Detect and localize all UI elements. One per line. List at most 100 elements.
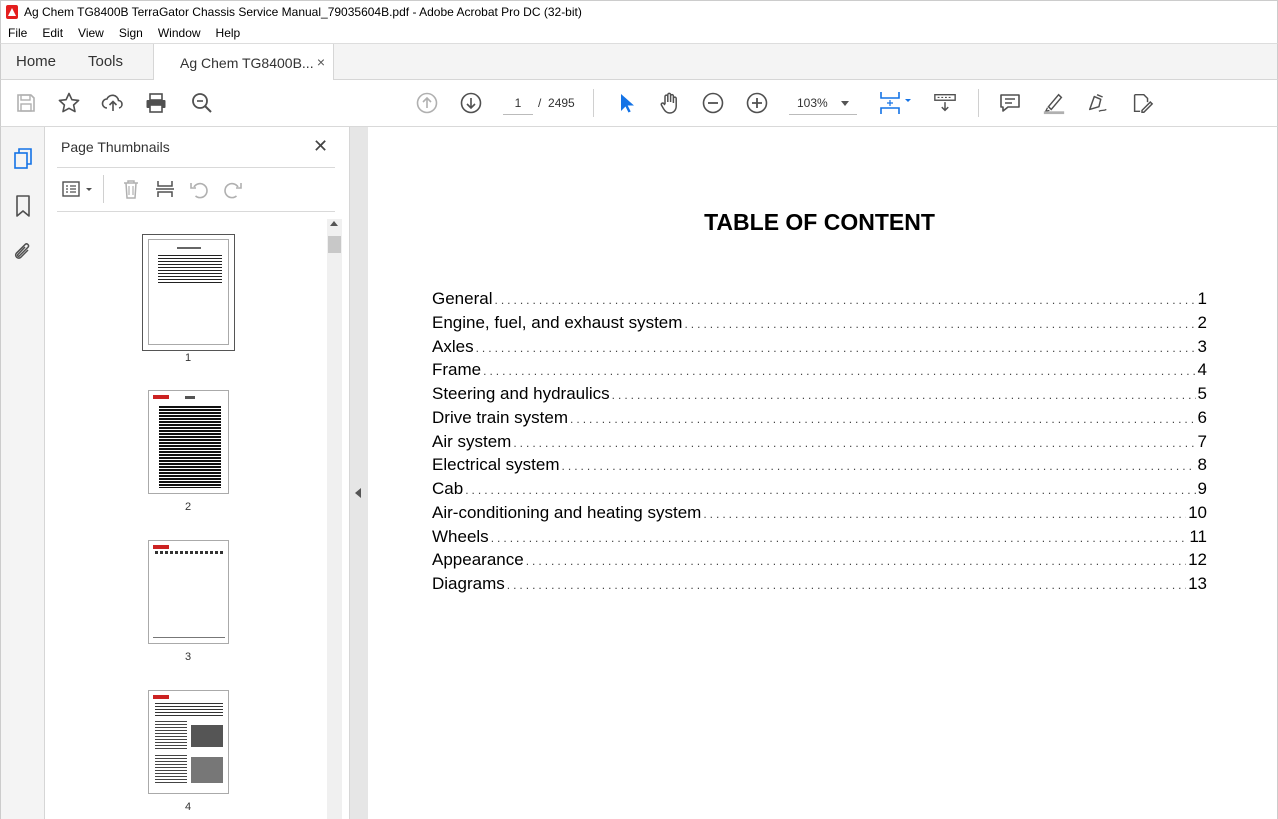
toc-leader-dots: ........................................…	[506, 578, 1186, 592]
toc-entry[interactable]: Air system..............................…	[432, 432, 1207, 454]
close-tab-icon[interactable]: ×	[317, 54, 325, 70]
comment-icon[interactable]	[998, 91, 1022, 115]
thumbnail-panel: Page Thumbnails ✕ 1 2 3 4	[45, 127, 350, 819]
document-tab-label: Ag Chem TG8400B...	[180, 54, 314, 71]
page-number-input[interactable]: 1	[503, 91, 533, 115]
fit-page-icon[interactable]	[876, 91, 914, 115]
scroll-up-icon[interactable]	[330, 221, 338, 226]
toc-entry[interactable]: Diagrams................................…	[432, 574, 1207, 596]
menu-edit[interactable]: Edit	[35, 26, 71, 40]
menu-sign[interactable]: Sign	[112, 26, 151, 40]
search-zoom-icon[interactable]	[190, 91, 214, 115]
panel-title: Page Thumbnails	[61, 139, 170, 155]
toc-entry[interactable]: Appearance..............................…	[432, 550, 1207, 572]
toc-entry-label: Air system	[432, 431, 512, 451]
toc-entry-page: 8	[1197, 455, 1207, 475]
toolbar-divider	[593, 89, 594, 117]
toc-entry-label: Steering and hydraulics	[432, 384, 610, 403]
menu-help[interactable]: Help	[209, 26, 249, 40]
toc-entry[interactable]: Air-conditioning and heating system.....…	[432, 503, 1207, 525]
toc-entry-page: 11	[1189, 526, 1207, 546]
document-view: TABLE OF CONTENT General................…	[368, 127, 1278, 819]
toc-leader-dots: ........................................…	[703, 506, 1186, 521]
sign-icon[interactable]	[1086, 91, 1110, 115]
save-icon[interactable]	[14, 91, 38, 115]
toc-entry[interactable]: Frame...................................…	[432, 360, 1207, 382]
edit-icon[interactable]	[1130, 91, 1154, 115]
bookmark-icon[interactable]	[11, 194, 35, 218]
thumbnail-scrollbar[interactable]	[327, 219, 342, 819]
toc-entry-page: 12	[1188, 550, 1207, 570]
upload-icon[interactable]	[101, 91, 125, 115]
tab-home[interactable]: Home	[1, 44, 71, 79]
close-panel-icon[interactable]: ✕	[313, 136, 328, 157]
toc-leader-dots: ........................................…	[513, 435, 1195, 450]
total-pages: 2495	[548, 96, 575, 110]
toolbar-divider	[103, 175, 104, 203]
panel-collapse-strip[interactable]	[350, 127, 368, 819]
toc-entry-label: Cab	[432, 479, 464, 498]
scrollbar-thumb[interactable]	[328, 236, 341, 253]
select-cursor-icon[interactable]	[614, 91, 638, 115]
page-thumbnails-icon[interactable]	[11, 147, 35, 171]
thumbnail-options-icon[interactable]	[61, 177, 95, 201]
page-total: / 2495	[538, 96, 575, 110]
toc-entry[interactable]: Engine, fuel, and exhaust system........…	[432, 313, 1207, 335]
rotate-left-icon[interactable]	[187, 177, 211, 201]
toc-entry-label: Engine, fuel, and exhaust system	[432, 312, 683, 332]
toc-entry[interactable]: Axles...................................…	[432, 337, 1207, 359]
toc-entry[interactable]: Drive train system......................…	[432, 408, 1207, 430]
toc-leader-dots: ........................................…	[490, 530, 1188, 545]
toc-leader-dots: ........................................…	[570, 411, 1196, 426]
toolbar-divider	[978, 89, 979, 117]
toc-title: TABLE OF CONTENT	[704, 209, 935, 235]
scroll-mode-icon[interactable]	[933, 91, 957, 115]
zoom-out-icon[interactable]	[701, 91, 725, 115]
toc-leader-dots: ........................................…	[465, 483, 1195, 497]
tab-tools[interactable]: Tools	[71, 44, 151, 79]
toc-entry-label: General	[432, 289, 493, 308]
rotate-right-icon[interactable]	[221, 177, 245, 201]
toc-leader-dots: ........................................…	[611, 388, 1196, 402]
next-page-icon[interactable]	[459, 91, 483, 115]
zoom-in-icon[interactable]	[745, 91, 769, 115]
thumbnail-page-1[interactable]	[142, 234, 235, 351]
tab-bar: Home Tools Ag Chem TG8400B... ×	[0, 43, 1278, 81]
delete-page-icon[interactable]	[119, 177, 143, 201]
window-title: Ag Chem TG8400B TerraGator Chassis Servi…	[24, 5, 582, 19]
zoom-select[interactable]: 103%	[789, 91, 857, 115]
toc-entry[interactable]: General.................................…	[432, 289, 1207, 311]
toc-entry-page: 10	[1188, 502, 1207, 522]
toc-entry-page: 6	[1197, 407, 1207, 427]
toc-entry[interactable]: Cab.....................................…	[432, 479, 1207, 501]
prev-page-icon[interactable]	[415, 91, 439, 115]
tab-document[interactable]: Ag Chem TG8400B... ×	[153, 44, 334, 81]
star-icon[interactable]	[57, 91, 81, 115]
toc-entry-label: Wheels	[432, 526, 489, 546]
toc-entry-label: Diagrams	[432, 574, 505, 593]
thumbnail-page-number: 4	[184, 801, 192, 813]
toc-entry-label: Air-conditioning and heating system	[432, 502, 702, 522]
thumbnail-page-4[interactable]	[148, 690, 229, 794]
toc-entry[interactable]: Wheels..................................…	[432, 527, 1207, 549]
menu-file[interactable]: File	[1, 26, 35, 40]
collapse-arrow-icon[interactable]	[355, 488, 361, 498]
extract-page-icon[interactable]	[153, 177, 177, 201]
toc-entry-page: 3	[1197, 336, 1207, 356]
menu-window[interactable]: Window	[151, 26, 209, 40]
thumbnail-page-3[interactable]	[148, 540, 229, 644]
menu-bar: File Edit View Sign Window Help	[0, 23, 1278, 43]
toc-entry-page: 5	[1197, 384, 1207, 403]
print-icon[interactable]	[144, 91, 168, 115]
zoom-value: 103%	[797, 95, 828, 110]
hand-icon[interactable]	[657, 91, 681, 115]
toc-entry-page: 1	[1197, 289, 1207, 308]
highlight-icon[interactable]	[1042, 91, 1066, 115]
toc-entry[interactable]: Electrical system.......................…	[432, 455, 1207, 477]
toc-leader-dots: ........................................…	[684, 316, 1195, 331]
page-separator: /	[538, 96, 542, 110]
thumbnail-page-2[interactable]	[148, 390, 229, 494]
toc-entry[interactable]: Steering and hydraulics.................…	[432, 384, 1207, 406]
attachment-icon[interactable]	[11, 240, 35, 264]
menu-view[interactable]: View	[71, 26, 112, 40]
